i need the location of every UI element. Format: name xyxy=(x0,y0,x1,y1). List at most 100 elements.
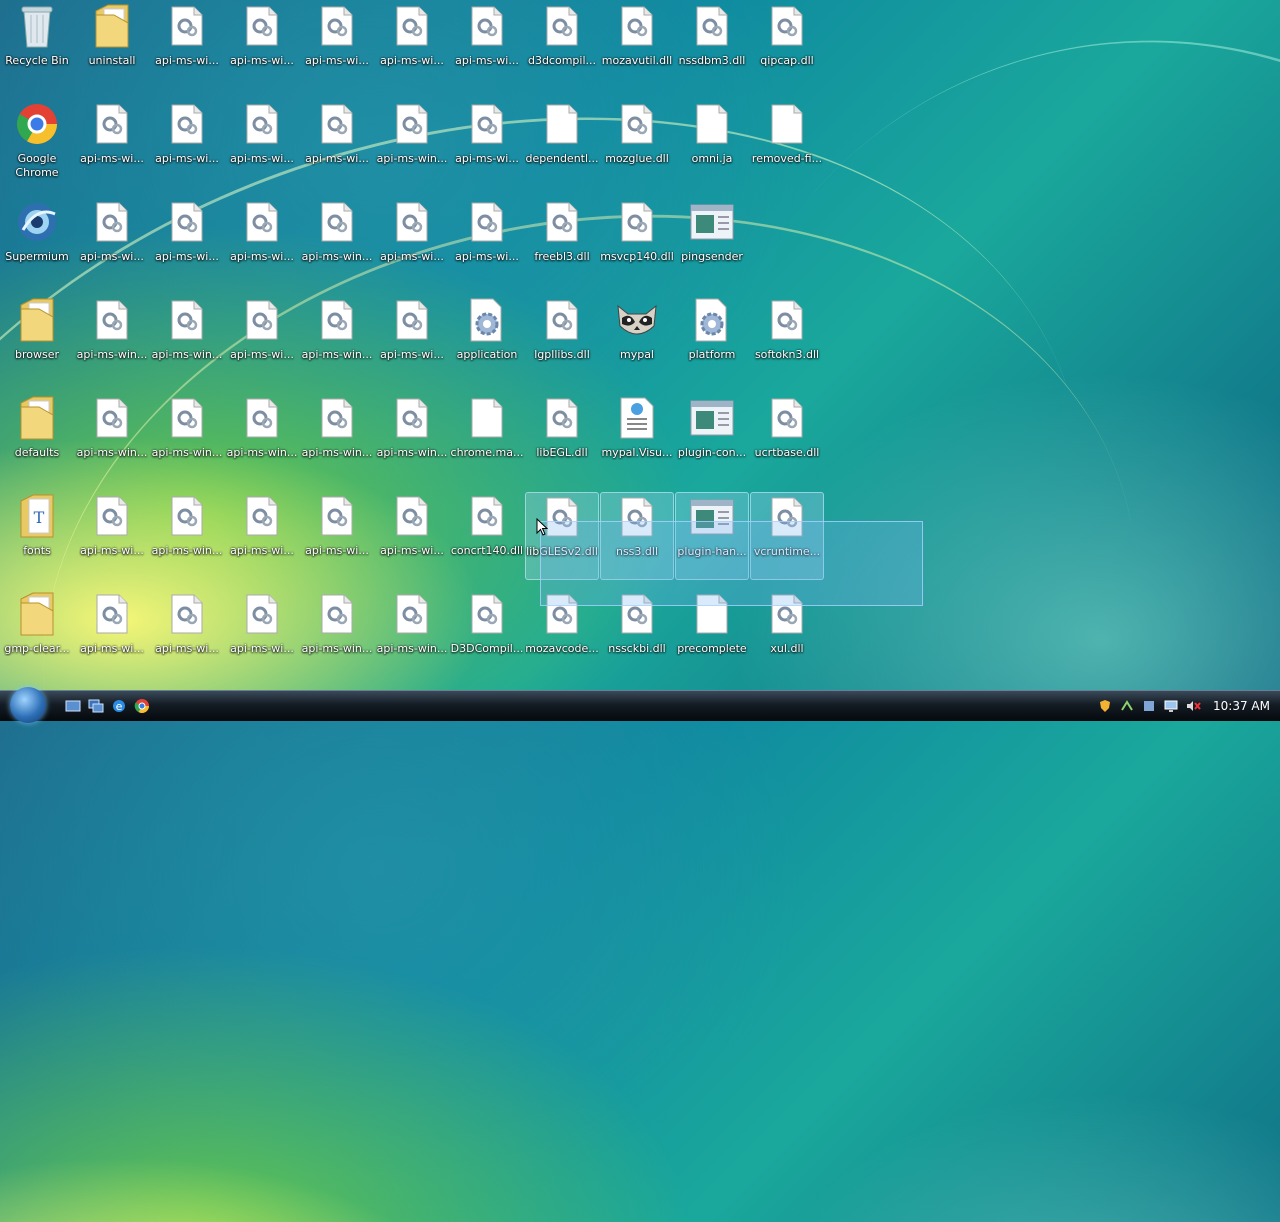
desktop-icon[interactable]: softokn3.dll xyxy=(750,296,824,384)
desktop-icon[interactable]: chrome.ma... xyxy=(450,394,524,482)
desktop-icon[interactable]: api-ms-win... xyxy=(150,492,224,580)
desktop-icon[interactable]: freebl3.dll xyxy=(525,198,599,286)
desktop-icon[interactable]: api-ms-wi... xyxy=(225,590,299,678)
desktop-icon[interactable]: D3DCompil... xyxy=(450,590,524,678)
internet-explorer-icon[interactable]: e xyxy=(110,697,128,715)
volume-muted-icon[interactable] xyxy=(1185,698,1201,714)
desktop-icon-label: api-ms-win... xyxy=(76,348,148,361)
desktop-icon[interactable]: uninstall xyxy=(75,2,149,90)
desktop-icon[interactable]: api-ms-wi... xyxy=(450,2,524,90)
system-tray: 10:37 AM xyxy=(1097,691,1280,721)
desktop-icon[interactable]: pingsender xyxy=(675,198,749,286)
desktop-icon[interactable]: mypal.Visu... xyxy=(600,394,674,482)
desktop-icon[interactable]: mypal xyxy=(600,296,674,384)
desktop-icon[interactable]: api-ms-wi... xyxy=(375,198,449,286)
desktop-icon[interactable]: Recycle Bin xyxy=(0,2,74,90)
dll-file-icon xyxy=(88,296,136,344)
desktop-icon[interactable]: api-ms-wi... xyxy=(225,100,299,188)
desktop-icon[interactable]: mozavutil.dll xyxy=(600,2,674,90)
desktop-icon[interactable]: api-ms-win... xyxy=(300,590,374,678)
desktop-icon[interactable]: api-ms-win... xyxy=(150,296,224,384)
mouse-cursor-icon xyxy=(536,518,548,536)
desktop-icon[interactable]: api-ms-wi... xyxy=(75,198,149,286)
desktop-icon-label: api-ms-wi... xyxy=(305,54,369,67)
desktop-icon[interactable]: defaults xyxy=(0,394,74,482)
shield-icon[interactable] xyxy=(1097,698,1113,714)
desktop-icon[interactable]: application xyxy=(450,296,524,384)
desktop-icon[interactable]: Google Chrome xyxy=(0,100,74,188)
desktop-icon[interactable]: d3dcompil... xyxy=(525,2,599,90)
desktop-icon[interactable]: api-ms-win... xyxy=(75,394,149,482)
settings-file-icon xyxy=(688,296,736,344)
desktop-icon[interactable]: nssdbm3.dll xyxy=(675,2,749,90)
desktop-icon[interactable]: api-ms-wi... xyxy=(375,2,449,90)
desktop-icon[interactable]: browser xyxy=(0,296,74,384)
desktop-icon[interactable]: api-ms-win... xyxy=(375,100,449,188)
desktop-icon[interactable]: msvcp140.dll xyxy=(600,198,674,286)
desktop-icon-label: api-ms-wi... xyxy=(80,152,144,165)
desktop-icon[interactable]: api-ms-wi... xyxy=(75,100,149,188)
desktop-icon[interactable]: api-ms-win... xyxy=(300,296,374,384)
dll-file-icon xyxy=(463,2,511,50)
desktop-icon[interactable]: api-ms-wi... xyxy=(75,590,149,678)
desktop-icon[interactable]: qipcap.dll xyxy=(750,2,824,90)
desktop-icon[interactable]: ucrtbase.dll xyxy=(750,394,824,482)
desktop-icon[interactable]: api-ms-wi... xyxy=(150,100,224,188)
desktop-icon[interactable]: dependentl... xyxy=(525,100,599,188)
desktop-icon[interactable]: omni.ja xyxy=(675,100,749,188)
desktop-icon[interactable]: api-ms-wi... xyxy=(300,492,374,580)
desktop-icon[interactable]: api-ms-wi... xyxy=(300,2,374,90)
desktop-icon[interactable]: plugin-con... xyxy=(675,394,749,482)
desktop-icon[interactable]: gmp-clear... xyxy=(0,590,74,678)
desktop-icon[interactable]: lgpllibs.dll xyxy=(525,296,599,384)
monitor-icon[interactable] xyxy=(1163,698,1179,714)
desktop-icon[interactable]: api-ms-wi... xyxy=(225,2,299,90)
dll-file-icon xyxy=(163,394,211,442)
desktop-icon[interactable]: api-ms-wi... xyxy=(450,100,524,188)
desktop-icon[interactable]: api-ms-wi... xyxy=(375,492,449,580)
desktop-icon-label: api-ms-win... xyxy=(376,642,448,655)
desktop-icon[interactable]: removed-fi... xyxy=(750,100,824,188)
desktop-icon[interactable]: api-ms-wi... xyxy=(225,198,299,286)
switch-windows-icon[interactable] xyxy=(87,697,105,715)
desktop-icon-label: fonts xyxy=(23,544,51,557)
desktop-icon[interactable]: api-ms-wi... xyxy=(300,100,374,188)
desktop-icon[interactable]: api-ms-wi... xyxy=(75,492,149,580)
desktop-icon[interactable]: api-ms-win... xyxy=(300,394,374,482)
desktop-icon[interactable]: api-ms-win... xyxy=(375,590,449,678)
network-icon[interactable] xyxy=(1119,698,1135,714)
desktop-icon[interactable]: api-ms-wi... xyxy=(150,2,224,90)
desktop-icon[interactable]: libEGL.dll xyxy=(525,394,599,482)
show-desktop-icon[interactable] xyxy=(64,697,82,715)
desktop-icon[interactable]: Supermium xyxy=(0,198,74,286)
taskbar-clock[interactable]: 10:37 AM xyxy=(1213,699,1270,713)
supermium-icon xyxy=(13,198,61,246)
desktop-icon[interactable]: platform xyxy=(675,296,749,384)
desktop-icon[interactable]: api-ms-win... xyxy=(300,198,374,286)
update-icon[interactable] xyxy=(1141,698,1157,714)
desktop-icon-label: api-ms-wi... xyxy=(80,250,144,263)
desktop-icon-label: mozavcode... xyxy=(525,642,599,655)
dll-file-icon xyxy=(613,100,661,148)
desktop-icon[interactable]: Tfonts xyxy=(0,492,74,580)
desktop-icon[interactable]: api-ms-win... xyxy=(150,394,224,482)
desktop-icon[interactable]: api-ms-wi... xyxy=(150,590,224,678)
dll-file-icon xyxy=(313,394,361,442)
desktop-icon[interactable]: api-ms-win... xyxy=(375,394,449,482)
desktop-icon[interactable]: api-ms-wi... xyxy=(150,198,224,286)
desktop-icon-label: api-ms-wi... xyxy=(155,54,219,67)
chrome-icon[interactable] xyxy=(133,697,151,715)
desktop-icon[interactable]: api-ms-win... xyxy=(225,394,299,482)
desktop-icon[interactable]: concrt140.dll xyxy=(450,492,524,580)
blank-file-icon xyxy=(463,394,511,442)
desktop-icon[interactable]: api-ms-win... xyxy=(75,296,149,384)
desktop-icon-label: removed-fi... xyxy=(751,152,823,165)
desktop-icon[interactable]: api-ms-wi... xyxy=(225,492,299,580)
desktop-icon[interactable]: api-ms-wi... xyxy=(375,296,449,384)
desktop-icon-label: chrome.ma... xyxy=(450,446,524,459)
desktop-icon-label: api-ms-wi... xyxy=(230,54,294,67)
desktop-icon[interactable]: mozglue.dll xyxy=(600,100,674,188)
desktop-icon[interactable]: api-ms-wi... xyxy=(450,198,524,286)
desktop-icon[interactable]: api-ms-wi... xyxy=(225,296,299,384)
windows-start-orb-icon[interactable] xyxy=(10,687,46,723)
